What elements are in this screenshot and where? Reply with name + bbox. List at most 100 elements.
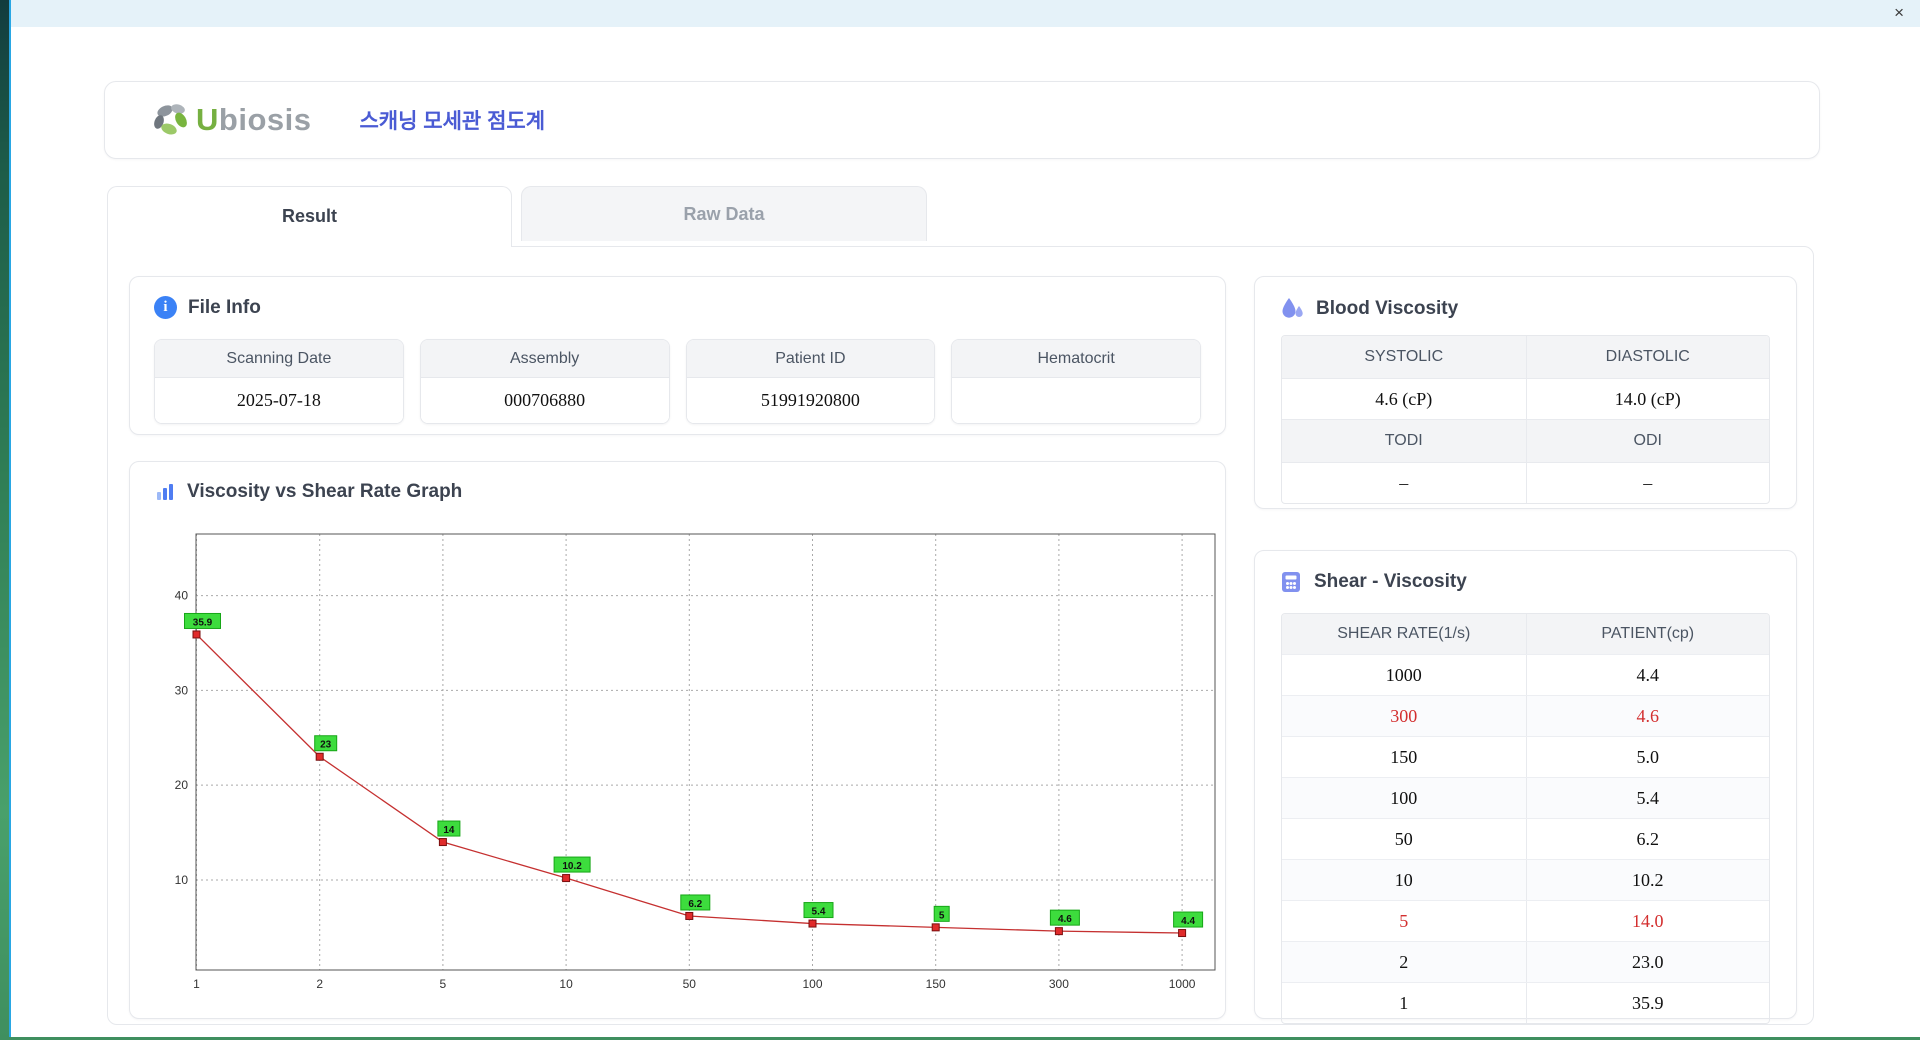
svg-text:2: 2 — [316, 977, 323, 991]
svg-text:10.2: 10.2 — [562, 861, 582, 872]
file-info-fields: Scanning Date 2025-07-18 Assembly 000706… — [154, 339, 1201, 424]
bv-value: – — [1399, 473, 1409, 493]
field-label: Patient ID — [686, 340, 935, 378]
file-info-title: File Info — [188, 296, 261, 318]
bv-value: 4.6 (cP) — [1375, 389, 1433, 409]
svg-text:5: 5 — [939, 910, 945, 921]
graph-title-row: Viscosity vs Shear Rate Graph — [130, 462, 1225, 503]
svg-text:50: 50 — [683, 977, 697, 991]
blood-viscosity-card: Blood Viscosity SYSTOLIC DIASTOLIC 4.6 (… — [1254, 276, 1797, 509]
shear-viscosity-title-row: Shear - Viscosity — [1255, 551, 1796, 594]
svg-text:35.9: 35.9 — [193, 617, 213, 628]
close-icon[interactable]: × — [1894, 3, 1904, 23]
field-value: 2025-07-18 — [155, 378, 403, 423]
blood-viscosity-title-row: Blood Viscosity — [1255, 277, 1796, 322]
blood-viscosity-table: SYSTOLIC DIASTOLIC 4.6 (cP) 14.0 (cP) TO… — [1281, 335, 1770, 504]
file-info-title-row: i File Info — [130, 277, 1225, 319]
shear-rate-cell: 5 — [1399, 911, 1409, 931]
shear-rate-cell: 150 — [1390, 747, 1418, 767]
app-title: 스캐닝 모세관 점도계 — [359, 110, 546, 133]
app-window: × Ubiosis 스캐닝 모세관 점도계 Result Raw Data i … — [9, 0, 1920, 1037]
shear-table-header-row: SHEAR RATE(1/s) PATIENT(cp) — [1282, 614, 1769, 655]
shear-rate-column-header: SHEAR RATE(1/s) — [1337, 625, 1471, 642]
bv-header: DIASTOLIC — [1525, 336, 1769, 378]
bv-value: – — [1525, 463, 1770, 503]
logo-leaves-icon — [154, 104, 187, 135]
header-card: Ubiosis 스캐닝 모세관 점도계 — [104, 81, 1820, 159]
bv-value-row: – – — [1282, 463, 1769, 503]
patient-cell: 35.9 — [1525, 983, 1770, 1023]
patient-cell: 4.6 — [1525, 696, 1770, 736]
bar-chart-icon — [157, 484, 173, 500]
logo-rest: biosis — [218, 102, 312, 137]
bv-header-row: TODI ODI — [1282, 420, 1769, 463]
svg-text:1000: 1000 — [1169, 977, 1196, 991]
table-row: 300 4.6 — [1282, 696, 1769, 737]
patient-cell: 23.0 — [1525, 942, 1770, 982]
bv-header: TODI — [1282, 420, 1526, 462]
bv-header-row: SYSTOLIC DIASTOLIC — [1282, 336, 1769, 379]
svg-text:23: 23 — [320, 740, 332, 751]
shear-table-body: 1000 4.4 300 4.6 150 5.0 100 5.4 50 6.2 … — [1282, 655, 1769, 1023]
field-label: Scanning Date — [155, 340, 403, 378]
table-row: 100 5.4 — [1282, 778, 1769, 819]
shear-rate-cell: 100 — [1390, 788, 1418, 808]
shear-viscosity-table: SHEAR RATE(1/s) PATIENT(cp) 1000 4.4 300… — [1281, 613, 1770, 1024]
blood-viscosity-title: Blood Viscosity — [1316, 298, 1459, 319]
viscosity-chart: 10 20 30 40 1 2 5 10 50 100 150 300 1000 35.9 23 14 10.2… — [175, 533, 1216, 991]
patient-cell: 5.4 — [1525, 778, 1770, 818]
patient-column-header: PATIENT(cp) — [1525, 614, 1770, 654]
field-value — [952, 378, 1200, 423]
bv-value-row: 4.6 (cP) 14.0 (cP) — [1282, 379, 1769, 420]
svg-text:150: 150 — [926, 977, 946, 991]
svg-text:30: 30 — [175, 683, 189, 697]
file-info-field: Hematocrit — [951, 339, 1201, 424]
svg-text:6.2: 6.2 — [688, 899, 702, 910]
patient-cell: 6.2 — [1525, 819, 1770, 859]
shear-rate-cell: 1 — [1399, 993, 1409, 1013]
logo-text: Ubiosis — [196, 102, 311, 138]
table-row: 2 23.0 — [1282, 942, 1769, 983]
logo-letter-u: U — [196, 102, 219, 137]
table-row: 10 10.2 — [1282, 860, 1769, 901]
shear-viscosity-card: Shear - Viscosity SHEAR RATE(1/s) PATIEN… — [1254, 550, 1797, 1024]
shear-rate-cell: 1000 — [1385, 665, 1422, 685]
file-info-card: i File Info Scanning Date 2025-07-18 Ass… — [129, 276, 1226, 435]
svg-text:100: 100 — [802, 977, 822, 991]
tab-result[interactable]: Result — [107, 186, 512, 247]
bv-value: 14.0 (cP) — [1525, 379, 1770, 419]
calculator-icon — [1282, 572, 1300, 592]
patient-cell: 5.0 — [1525, 737, 1770, 777]
table-row: 1000 4.4 — [1282, 655, 1769, 696]
svg-text:4.6: 4.6 — [1058, 914, 1072, 925]
table-row: 1 35.9 — [1282, 983, 1769, 1023]
svg-text:5: 5 — [440, 977, 447, 991]
svg-text:40: 40 — [175, 589, 189, 603]
shear-viscosity-title: Shear - Viscosity — [1314, 571, 1467, 592]
svg-text:1: 1 — [193, 977, 200, 991]
svg-text:14: 14 — [443, 825, 455, 836]
water-drops-icon — [1282, 298, 1303, 318]
patient-cell: 4.4 — [1525, 655, 1770, 695]
graph-title: Viscosity vs Shear Rate Graph — [187, 481, 463, 502]
table-row: 50 6.2 — [1282, 819, 1769, 860]
shear-rate-cell: 2 — [1399, 952, 1409, 972]
bv-header: SYSTOLIC — [1282, 336, 1526, 378]
field-label: Hematocrit — [952, 340, 1200, 378]
info-icon: i — [154, 296, 177, 319]
bv-header: ODI — [1525, 420, 1769, 462]
file-info-field: Scanning Date 2025-07-18 — [154, 339, 404, 424]
window-titlebar: × — [11, 0, 1920, 27]
ubiosis-logo: Ubiosis — [151, 102, 311, 138]
field-value: 51991920800 — [686, 378, 935, 423]
svg-text:5.4: 5.4 — [812, 907, 826, 918]
field-label: Assembly — [420, 340, 669, 378]
tab-raw-data[interactable]: Raw Data — [521, 186, 927, 241]
svg-text:10: 10 — [175, 873, 189, 887]
field-value: 000706880 — [420, 378, 669, 423]
file-info-field: Patient ID 51991920800 — [685, 339, 936, 424]
svg-text:20: 20 — [175, 778, 189, 792]
patient-cell: 14.0 — [1525, 901, 1770, 941]
svg-text:10: 10 — [559, 977, 573, 991]
shear-rate-cell: 10 — [1394, 870, 1413, 890]
